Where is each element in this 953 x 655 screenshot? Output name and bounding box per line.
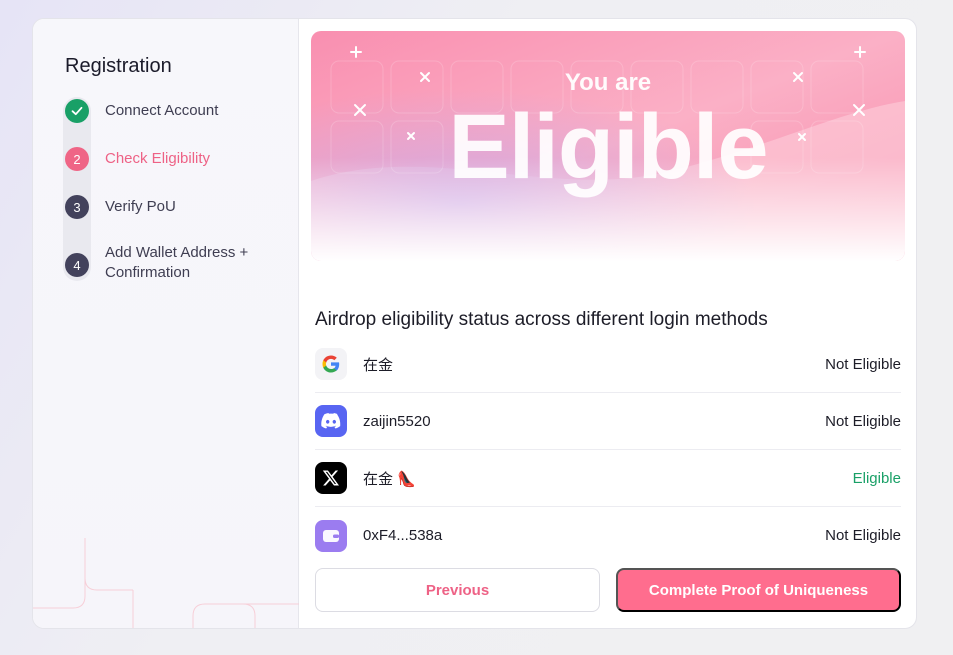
- account-name: zaijin5520: [363, 412, 431, 430]
- step-check-eligibility: 2 Check Eligibility: [64, 147, 265, 171]
- check-icon: [65, 99, 89, 123]
- eligible-banner: You are Eligible: [311, 31, 905, 261]
- step-connect-account: Connect Account: [64, 99, 265, 123]
- list-item: zaijin5520 Not Eligible: [315, 393, 901, 450]
- eligibility-status: Not Eligible: [825, 355, 901, 373]
- banner-subtitle: You are: [564, 69, 652, 96]
- discord-icon: [315, 405, 347, 437]
- step-label: Add Wallet Address + Confirmation: [105, 244, 249, 281]
- step-label: Verify PoU: [105, 198, 176, 215]
- step-label: Check Eligibility: [105, 150, 211, 167]
- eligibility-status: Not Eligible: [825, 412, 901, 430]
- wallet-icon: [315, 519, 347, 552]
- eligibility-list: 在金 Not Eligible zaijin5520 Not Eligible: [315, 336, 901, 564]
- account-name: 在金 👠: [363, 470, 416, 488]
- list-item: 在金 Not Eligible: [315, 336, 901, 393]
- complete-proof-button[interactable]: Complete Proof of Uniqueness: [616, 568, 901, 612]
- step-verify-pou: 3 Verify PoU: [64, 195, 265, 219]
- eligibility-status: Not Eligible: [825, 527, 901, 544]
- registration-card: Registration Connect Account 2 Check Eli…: [32, 18, 917, 629]
- step-label: Connect Account: [105, 102, 219, 119]
- account-name: 在金: [363, 356, 394, 374]
- x-icon: [315, 462, 347, 494]
- eligibility-status: Eligible: [852, 469, 901, 487]
- google-icon: [315, 348, 347, 380]
- list-item: 在金 👠 Eligible: [315, 450, 901, 507]
- registration-sidebar: Registration Connect Account 2 Check Eli…: [33, 19, 299, 628]
- banner-title: Eligible: [448, 96, 768, 198]
- decorative-grid: [33, 538, 299, 628]
- eligibility-title: Airdrop eligibility status across differ…: [315, 309, 768, 330]
- previous-button[interactable]: Previous: [315, 568, 600, 612]
- list-item: 0xF4...538a Not Eligible: [315, 507, 901, 564]
- step-number: 4: [65, 253, 89, 277]
- step-number: 2: [65, 147, 89, 171]
- step-add-wallet: 4 Add Wallet Address + Confirmation: [64, 243, 265, 283]
- sidebar-title: Registration: [65, 55, 172, 77]
- step-number: 3: [65, 195, 89, 219]
- account-name: 0xF4...538a: [363, 527, 443, 544]
- main-panel: You are Eligible Airdrop eligibility sta…: [299, 19, 916, 628]
